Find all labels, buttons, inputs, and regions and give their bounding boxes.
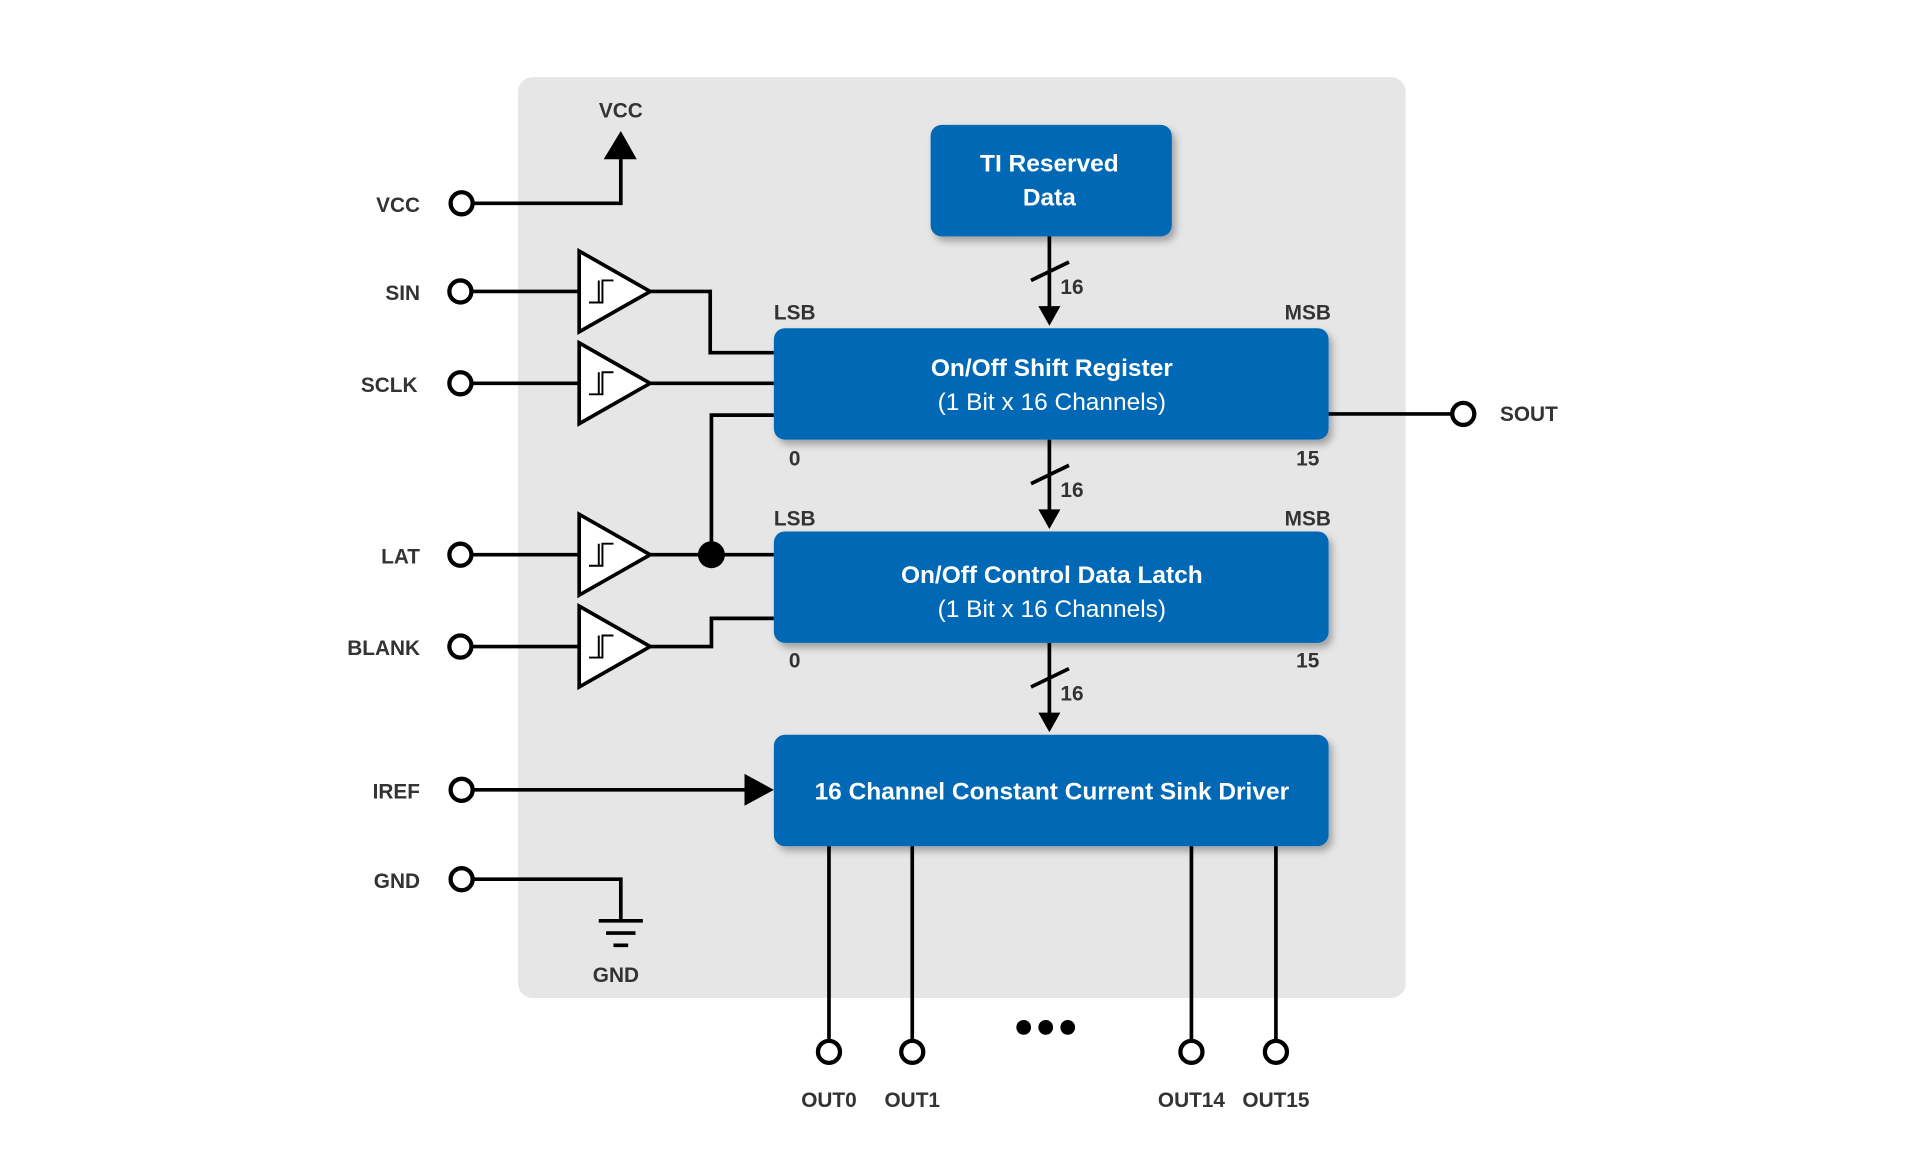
pin-label-gnd: GND — [374, 870, 420, 893]
pin-label-out15: OUT15 — [1242, 1089, 1309, 1112]
bit15-label: 15 — [1296, 447, 1319, 470]
lsb-label: LSB — [774, 302, 816, 325]
svg-text:TI Reserved: TI Reserved — [980, 150, 1119, 177]
bus-width-label: 16 — [1060, 479, 1083, 502]
junction-dot — [697, 541, 725, 569]
pin-label-out0: OUT0 — [801, 1089, 856, 1112]
msb-label: MSB — [1285, 507, 1331, 530]
pin-label-iref: IREF — [373, 780, 420, 803]
ellipsis-icon — [1016, 1020, 1076, 1035]
bit0-label: 0 — [789, 447, 801, 470]
pin-label-out1: OUT1 — [885, 1089, 940, 1112]
bit15-label: 15 — [1296, 649, 1319, 672]
svg-text:On/Off Control Data Latch: On/Off Control Data Latch — [901, 562, 1203, 589]
pin-label-lat: LAT — [381, 545, 420, 568]
msb-label: MSB — [1285, 302, 1331, 325]
internal-gnd-label: GND — [593, 964, 639, 987]
svg-text:On/Off Shift Register: On/Off Shift Register — [931, 355, 1173, 382]
svg-text:16 Channel Constant Current Si: 16 Channel Constant Current Sink Driver — [815, 779, 1290, 806]
pin-label-sclk: SCLK — [361, 374, 418, 397]
current-sink-driver-block: 16 Channel Constant Current Sink Driver — [773, 734, 1329, 847]
internal-vcc-label: VCC — [599, 100, 643, 123]
ti-reserved-data-block: TI Reserved Data — [930, 124, 1172, 237]
pin-label-sin: SIN — [385, 282, 420, 305]
bus-width-label: 16 — [1060, 276, 1083, 299]
svg-text:(1 Bit x 16 Channels): (1 Bit x 16 Channels) — [938, 596, 1167, 623]
pin-label-sout: SOUT — [1500, 403, 1558, 426]
pin-label-out14: OUT14 — [1158, 1089, 1225, 1112]
svg-text:(1 Bit x 16 Channels): (1 Bit x 16 Channels) — [938, 389, 1167, 416]
bus-width-label: 16 — [1060, 682, 1083, 705]
block-diagram: VCC VCC SIN SCLK LAT BLANK IREF GND GND … — [347, 77, 1558, 1112]
lsb-label: LSB — [774, 507, 816, 530]
bit0-label: 0 — [789, 649, 801, 672]
pin-label-blank: BLANK — [347, 637, 420, 660]
svg-text:Data: Data — [1023, 185, 1076, 212]
pin-label-vcc: VCC — [376, 194, 420, 217]
